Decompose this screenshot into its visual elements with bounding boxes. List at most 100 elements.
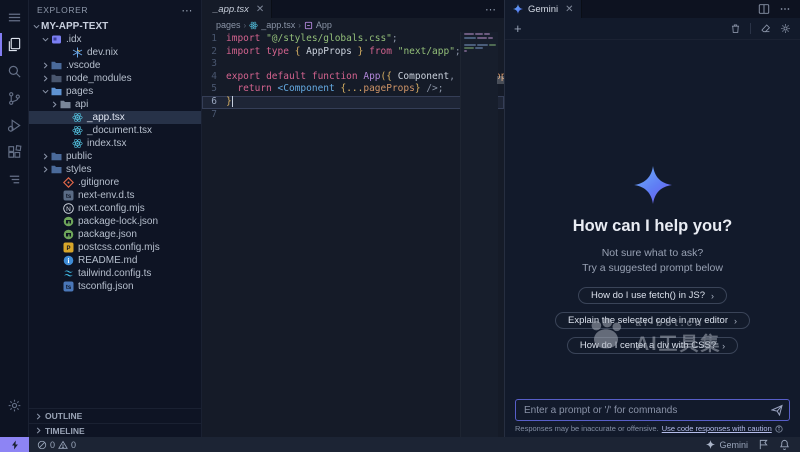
suggestion-label: How do I use fetch() in JS? [591, 290, 705, 301]
code-line-content: import "@/styles/globals.css"; [226, 33, 398, 46]
close-icon[interactable]: ✕ [256, 4, 264, 15]
activity-extensions-icon[interactable] [0, 139, 28, 166]
gemini-status[interactable]: Gemini [706, 440, 748, 450]
tree-item-README.md[interactable]: iREADME.md [29, 254, 201, 267]
remote-indicator[interactable] [0, 437, 29, 452]
line-number: 4 [202, 71, 226, 84]
tree-item-api[interactable]: api [29, 98, 201, 111]
tree-item-label: .vscode [66, 60, 100, 71]
tree-item-tsconfig.json[interactable]: tstsconfig.json [29, 280, 201, 293]
code-line-2[interactable]: 2import type { AppProps } from "next/app… [202, 46, 504, 59]
send-icon[interactable] [771, 404, 783, 416]
code-line-6[interactable]: 6} [202, 96, 504, 109]
explorer-more-icon[interactable]: ⋯ [181, 4, 193, 17]
activity-settings-gear-icon[interactable] [0, 392, 28, 419]
tree-item-label: MY-APP-TEXT [41, 21, 108, 32]
section-outline[interactable]: OUTLINE [29, 409, 201, 423]
activity-bar [0, 0, 29, 437]
tree-item-_app.tsx[interactable]: _app.tsx [29, 111, 201, 124]
suggestion-label: How do I center a div with CSS? [580, 340, 716, 351]
chevron-down-icon [40, 88, 50, 95]
editor-more-icon[interactable]: ⋯ [485, 3, 504, 16]
gemini-sparkle-icon [513, 4, 523, 14]
tree-item-dev.nix[interactable]: dev.nix [29, 46, 201, 59]
tree-item-.gitignore[interactable]: .gitignore [29, 176, 201, 189]
gemini-input-zone: Responses may be inaccurate or offensive… [505, 396, 800, 437]
line-number: 7 [202, 109, 226, 122]
tree-item-label: styles [66, 164, 92, 175]
tree-item-label: node_modules [66, 73, 132, 84]
tree-item-public[interactable]: public [29, 150, 201, 163]
activity-run-debug-icon[interactable] [0, 112, 28, 139]
problems-status[interactable]: 0 0 [37, 440, 76, 450]
eraser-icon[interactable] [760, 23, 771, 34]
tree-item-styles[interactable]: styles [29, 163, 201, 176]
minimap[interactable] [460, 32, 498, 437]
tree-item-index.tsx[interactable]: index.tsx [29, 137, 201, 150]
tree-item-postcss.config.mjs[interactable]: Ppostcss.config.mjs [29, 241, 201, 254]
tree-item-label: .gitignore [78, 177, 119, 188]
gemini-status-label: Gemini [719, 440, 748, 450]
section-label: OUTLINE [45, 411, 82, 421]
tree-item-label: api [75, 99, 88, 110]
minimap-line [464, 33, 496, 35]
activity-menu-icon[interactable] [0, 4, 28, 31]
chevron-right-icon [40, 153, 50, 160]
breadcrumb-symbol[interactable]: App [316, 20, 332, 30]
tree-item-pages[interactable]: pages [29, 85, 201, 98]
tree-item-_document.tsx[interactable]: _document.tsx [29, 124, 201, 137]
tree-item-next.config.mjs[interactable]: Nnext.config.mjs [29, 202, 201, 215]
post-file-icon: P [63, 242, 74, 253]
prompt-input[interactable] [515, 399, 790, 421]
gemini-sparkle-icon [706, 440, 715, 449]
bell-icon[interactable] [779, 439, 790, 450]
tree-item-.vscode[interactable]: .vscode [29, 59, 201, 72]
tree-item-tailwind.config.ts[interactable]: tailwind.config.ts [29, 267, 201, 280]
suggestion-chip-1[interactable]: How do I use fetch() in JS?› [578, 287, 727, 304]
code-editor[interactable]: 1import "@/styles/globals.css";2import t… [202, 32, 504, 437]
tree-item-.idx[interactable]: .idx [29, 33, 201, 46]
tree-item-label: .idx [66, 34, 82, 45]
activity-search-icon[interactable] [0, 58, 28, 85]
nm-file-icon [51, 73, 62, 84]
activity-files-icon[interactable] [0, 31, 28, 58]
npm-file-icon [63, 229, 74, 240]
explorer-header: EXPLORER ⋯ [29, 0, 201, 20]
tree-item-node_modules[interactable]: node_modules [29, 72, 201, 85]
section-label: TIMELINE [45, 426, 85, 436]
more-icon[interactable] [779, 3, 791, 15]
suggestion-chip-2[interactable]: Explain the selected code in my editor› [555, 312, 750, 329]
code-line-7[interactable]: 7 [202, 109, 504, 122]
tree-item-package-lock.json[interactable]: package-lock.json [29, 215, 201, 228]
section-timeline[interactable]: TIMELINE [29, 423, 201, 437]
foldb-file-icon [51, 164, 62, 175]
new-chat-button[interactable]: + [514, 22, 522, 35]
chevron-right-icon [40, 75, 50, 82]
code-line-1[interactable]: 1import "@/styles/globals.css"; [202, 33, 504, 46]
activity-source-control-icon[interactable] [0, 85, 28, 112]
tab-gemini[interactable]: Gemini ✕ [505, 0, 582, 18]
disclaimer-link[interactable]: Use code responses with caution [662, 424, 772, 433]
code-line-4[interactable]: 4export default function App({ Component… [202, 71, 504, 84]
activity-idx-panel-icon[interactable] [0, 166, 28, 193]
tab-app-tsx[interactable]: _app.tsx ✕ [202, 0, 272, 18]
chevron-right-icon: › [734, 316, 737, 326]
panel-tab-bar: Gemini ✕ [505, 0, 800, 18]
tree-item-package.json[interactable]: package.json [29, 228, 201, 241]
trash-icon[interactable] [730, 23, 741, 34]
tw-file-icon [63, 268, 74, 279]
breadcrumb-file[interactable]: _app.tsx [261, 20, 295, 30]
close-icon[interactable]: ✕ [565, 4, 573, 15]
feedback-flag-icon[interactable] [758, 439, 769, 450]
minimap-slider[interactable] [497, 76, 504, 84]
split-editor-icon[interactable] [758, 3, 770, 15]
tsd-file-icon: ts [63, 190, 74, 201]
suggestion-chip-3[interactable]: How do I center a div with CSS?› [567, 337, 738, 354]
code-line-3[interactable]: 3 [202, 58, 504, 71]
tree-item-MY-APP-TEXT[interactable]: MY-APP-TEXT [29, 20, 201, 33]
code-line-5[interactable]: 5 return <Component {...pageProps} />; [202, 83, 504, 96]
line-number: 2 [202, 46, 226, 59]
breadcrumb-pages[interactable]: pages [216, 20, 241, 30]
gear-icon[interactable] [780, 23, 791, 34]
tree-item-next-env.d.ts[interactable]: tsnext-env.d.ts [29, 189, 201, 202]
